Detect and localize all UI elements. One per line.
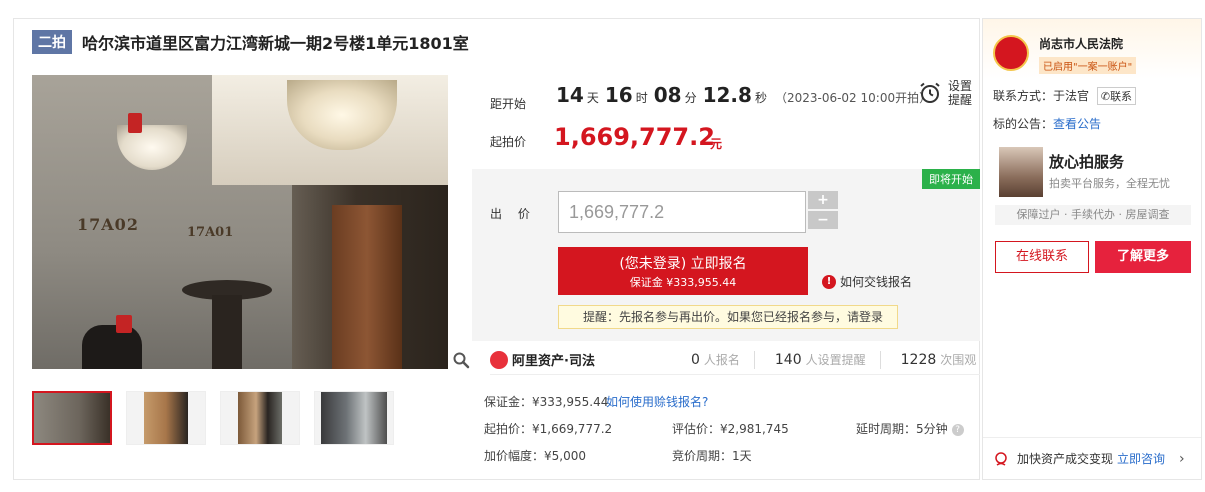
countdown-hours: 16 [604,83,633,107]
court-name[interactable]: 尚志市人民法院 [1039,35,1123,52]
detail-extend-period-text: 延时周期：5分钟 [856,422,948,436]
service-features: 保障过户 · 手续代办 · 房屋调查 [995,205,1191,225]
thumbnail-1[interactable] [32,391,112,445]
start-price-unit: 元 [710,137,723,151]
set-reminder-button[interactable]: 设置提醒 [918,79,974,107]
start-price-value: 1,669,777.2 [554,123,715,151]
photo-door [332,205,402,369]
alarm-clock-icon [920,82,940,103]
photo-fire-alarm-lower [116,315,132,333]
help-icon[interactable]: ? [951,423,964,436]
countdown-days: 14 [556,83,584,107]
contact-button-label: 联系 [1110,90,1133,103]
thumbnail-4[interactable] [314,391,394,445]
round-tag: 二拍 [32,30,72,54]
how-to-pay-label: 如何交钱报名 [840,275,913,289]
reminder-count: 140 人设置提醒 [775,351,866,368]
countdown: 14 天 16 时 08 分 12.8 秒 （2023-06-02 10:00开… [556,83,931,107]
detail-extend-period: 延时周期：5分钟? [856,420,964,437]
detail-increment: 加价幅度：¥5,000 [484,449,586,463]
building-image [999,147,1043,197]
photo-room-sign-17a01: 17A01 [187,225,234,240]
auction-info: 距开始 14 天 16 时 08 分 12.8 秒 （2023-06-02 10… [472,75,980,481]
learn-more-button[interactable]: 了解更多 [1095,241,1191,273]
detail-start-price: 起拍价：¥1,669,777.2 [484,422,613,436]
page-title: 哈尔滨市道里区富力江湾新城一期2号楼1单元1801室 [82,34,469,53]
magnifier-icon[interactable] [452,351,470,369]
signup-count-label: 人报名 [703,353,740,367]
court-emblem-icon [993,35,1029,71]
bid-amount-input[interactable]: 1,669,777.2 [558,191,806,233]
view-count-label: 次围观 [940,353,977,367]
consult-link[interactable]: 立即咨询 [1117,450,1165,467]
countdown-seconds-unit: 秒 [754,91,767,105]
main-property-photo[interactable]: 17A02 17A01 [32,75,448,369]
signup-button[interactable]: (您未登录) 立即报名 保证金 ¥333,955.44 [558,247,808,295]
auction-start-time: （2023-06-02 10:00开拍） [774,91,932,105]
court-side-card: 尚志市人民法院 已启用"一案一账户" 联系方式：于法官 ✆联系 标的公告：查看公… [982,18,1202,480]
view-count: 1228 次围观 [901,351,977,368]
ali-logo-icon [490,350,508,369]
set-reminder-label: 设置提醒 [948,79,973,107]
contact-label: 联系方式：于法官 [993,89,1090,103]
consult-text: 加快资产成交变现 [1017,452,1114,466]
decrease-bid-button[interactable]: − [808,211,838,229]
how-to-pay-link[interactable]: ! 如何交钱报名 [822,273,912,290]
reminder-count-value: 140 [774,352,802,368]
signup-count-value: 0 [690,352,700,368]
contact-row: 联系方式：于法官 ✆联系 [993,87,1137,105]
ali-brand-text: 阿里资产·司法 [512,354,595,369]
increase-bid-button[interactable]: + [808,191,838,209]
photo-room-sign-17a02: 17A02 [77,215,139,234]
deposit-help-link[interactable]: 如何使用赊钱报名? [606,393,708,410]
court-account-badge: 已启用"一案一账户" [1039,57,1137,74]
info-icon: ! [822,274,836,289]
status-badge: 即将开始 [922,169,980,189]
signup-deposit-label: 保证金 ¥333,955.44 [629,276,737,289]
view-notice-link[interactable]: 查看公告 [1053,117,1101,131]
countdown-minutes: 08 [653,83,682,107]
contact-button[interactable]: ✆联系 [1096,87,1137,105]
start-price-label: 起拍价 [490,135,527,149]
bid-label: 出 价 [490,207,536,221]
detail-valuation: 评估价：¥2,981,745 [672,422,789,436]
photo-chair [82,325,142,369]
thumbnail-2[interactable] [126,391,206,445]
consult-footer[interactable]: 加快资产成交变现 立即咨询 › [983,437,1201,479]
countdown-hours-unit: 时 [635,91,648,105]
photo-thumbnails [32,391,394,445]
signup-button-label: (您未登录) 立即报名 [619,256,747,272]
online-contact-button[interactable]: 在线联系 [995,241,1089,273]
notice-row: 标的公告：查看公告 [993,115,1101,132]
stat-divider [879,350,881,369]
stat-divider [753,350,755,369]
reminder-count-label: 人设置提醒 [805,353,866,367]
deposit-text: 保证金：¥333,955.44 [484,395,609,409]
title-row: 二拍 哈尔滨市道里区富力江湾新城一期2号楼1单元1801室 [32,30,469,54]
countdown-label: 距开始 [490,97,527,111]
photo-table-stand [212,295,242,369]
countdown-minutes-unit: 分 [684,91,697,105]
service-title: 放心拍服务 [1049,153,1125,171]
countdown-days-unit: 天 [586,91,599,105]
coin-hand-icon [995,451,1007,466]
auction-main-card: 二拍 哈尔滨市道里区富力江湾新城一期2号楼1单元1801室 17A02 17A0… [13,18,980,480]
photo-fire-alarm [128,113,142,133]
stats-row: 阿里资产·司法 0 人报名 140 人设置提醒 1228 次围观 [490,345,980,375]
service-subtitle: 拍卖平台服务，全程无忧 [1049,177,1170,190]
thumbnail-3[interactable] [220,391,300,445]
countdown-seconds: 12.8 [702,83,752,107]
bid-panel: 即将开始 出 价 1,669,777.2 + − (您未登录) 立即报名 保证金… [472,169,980,341]
court-header: 尚志市人民法院 已启用"一案一账户" [983,19,1201,79]
notice-label: 标的公告： [993,117,1054,131]
login-tip: 提醒：先报名参与再出价。如果您已经报名参与，请登录 [558,305,898,329]
chevron-right-icon: › [1179,450,1185,467]
signup-count: 0 人报名 [691,351,740,368]
ali-assets-logo: 阿里资产·司法 [490,350,595,369]
detail-bid-cycle: 竞价周期：1天 [672,449,752,463]
view-count-value: 1228 [900,352,937,368]
